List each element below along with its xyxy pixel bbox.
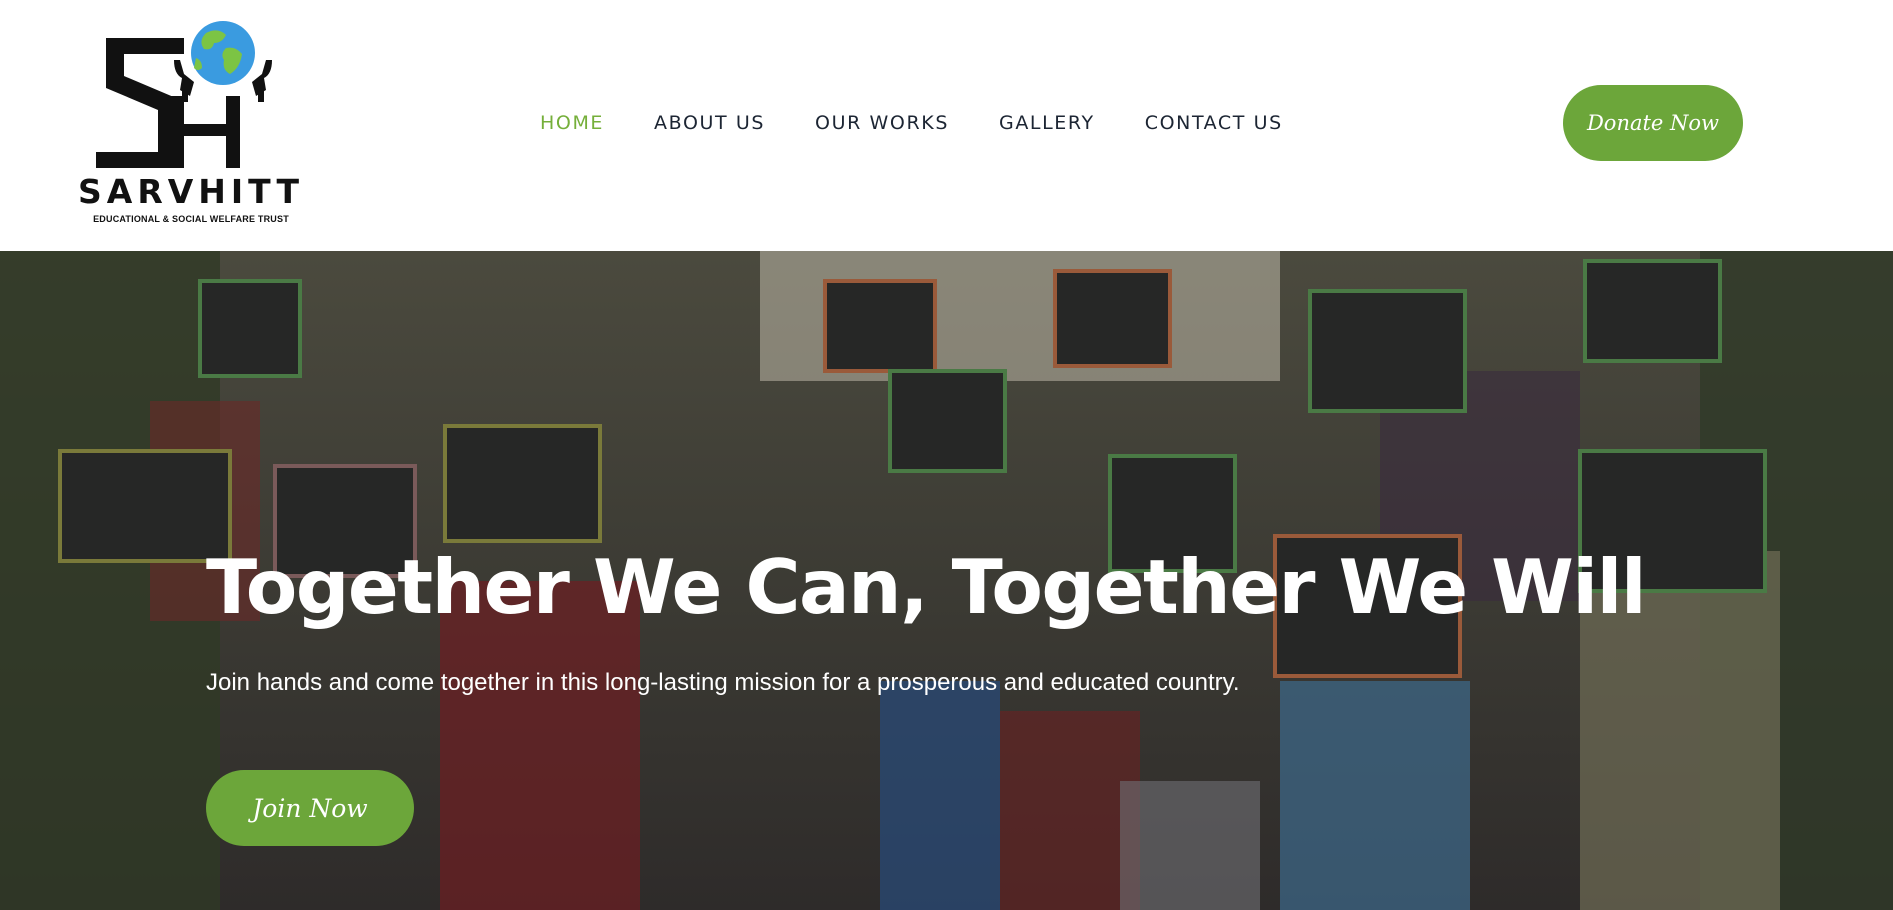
main-nav: HOME ABOUT US OUR WORKS GALLERY CONTACT … <box>540 108 1333 138</box>
join-now-button[interactable]: Join Now <box>206 770 414 846</box>
hero-title: Together We Can, Together We Will <box>206 543 1647 631</box>
hero-section: Together We Can, Together We Will Join h… <box>0 251 1893 910</box>
brand-name: SARVHITT <box>78 172 304 211</box>
site-logo[interactable]: SARVHITT EDUCATIONAL & SOCIAL WELFARE TR… <box>66 18 316 228</box>
hero-subtitle: Join hands and come together in this lon… <box>206 669 1240 696</box>
donate-button[interactable]: Donate Now <box>1563 85 1743 161</box>
nav-item-contact-us[interactable]: CONTACT US <box>1145 108 1283 138</box>
nav-item-home[interactable]: HOME <box>540 108 604 138</box>
brand-subtitle: EDUCATIONAL & SOCIAL WELFARE TRUST <box>93 214 289 224</box>
nav-item-our-works[interactable]: OUR WORKS <box>815 108 949 138</box>
nav-item-about-us[interactable]: ABOUT US <box>654 108 765 138</box>
nav-item-gallery[interactable]: GALLERY <box>999 108 1095 138</box>
site-header: SARVHITT EDUCATIONAL & SOCIAL WELFARE TR… <box>0 0 1893 251</box>
hands-holding-globe-icon <box>96 21 272 168</box>
